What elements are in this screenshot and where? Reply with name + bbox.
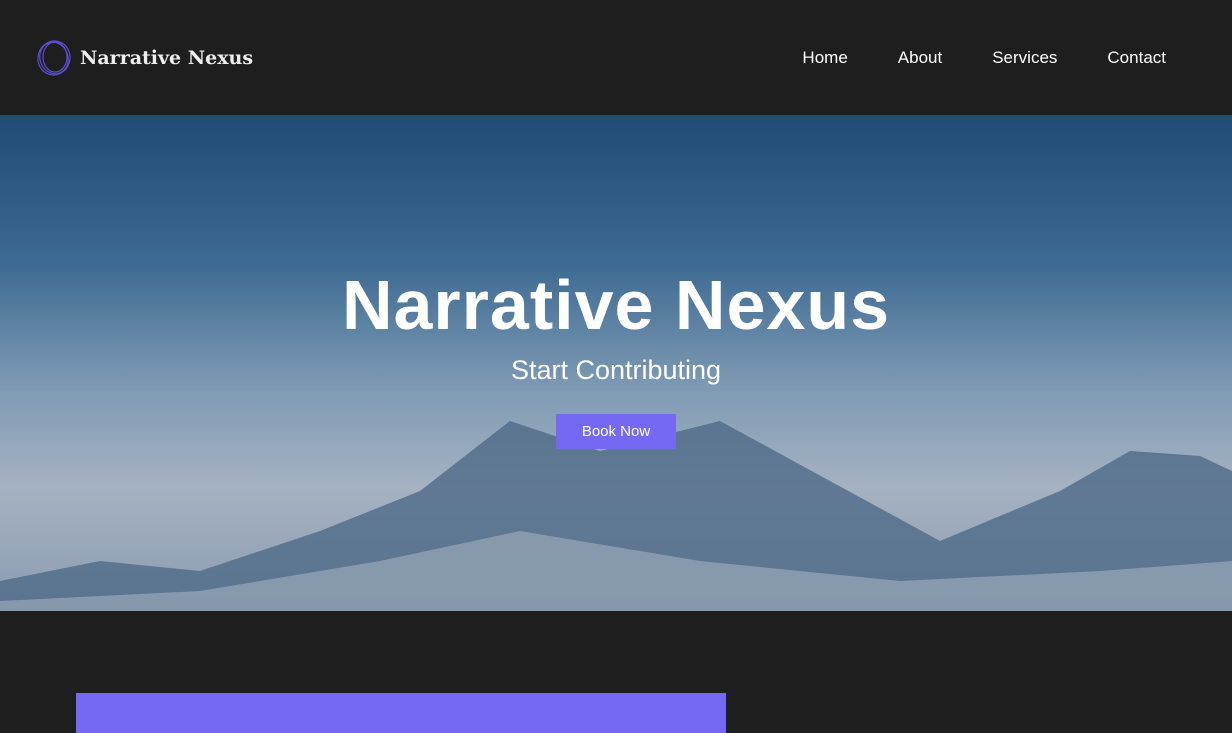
hero-title: Narrative Nexus	[341, 266, 891, 344]
logo-icon	[37, 39, 71, 76]
nav-services[interactable]: Services	[992, 48, 1057, 68]
site-header: Narrative Nexus Home About Services Cont…	[0, 0, 1232, 115]
nav-about[interactable]: About	[898, 48, 942, 68]
main-nav: Home About Services Contact	[802, 48, 1166, 68]
hero-section: Narrative Nexus Start Contributing Book …	[0, 115, 1232, 611]
hero-subtitle: Start Contributing	[510, 355, 722, 385]
content-card	[76, 693, 726, 733]
book-now-button[interactable]: Book Now	[555, 414, 677, 449]
logo-text: Narrative Nexus	[80, 46, 254, 69]
nav-contact[interactable]: Contact	[1107, 48, 1166, 68]
nav-home[interactable]: Home	[802, 48, 847, 68]
logo[interactable]: Narrative Nexus	[35, 38, 253, 78]
